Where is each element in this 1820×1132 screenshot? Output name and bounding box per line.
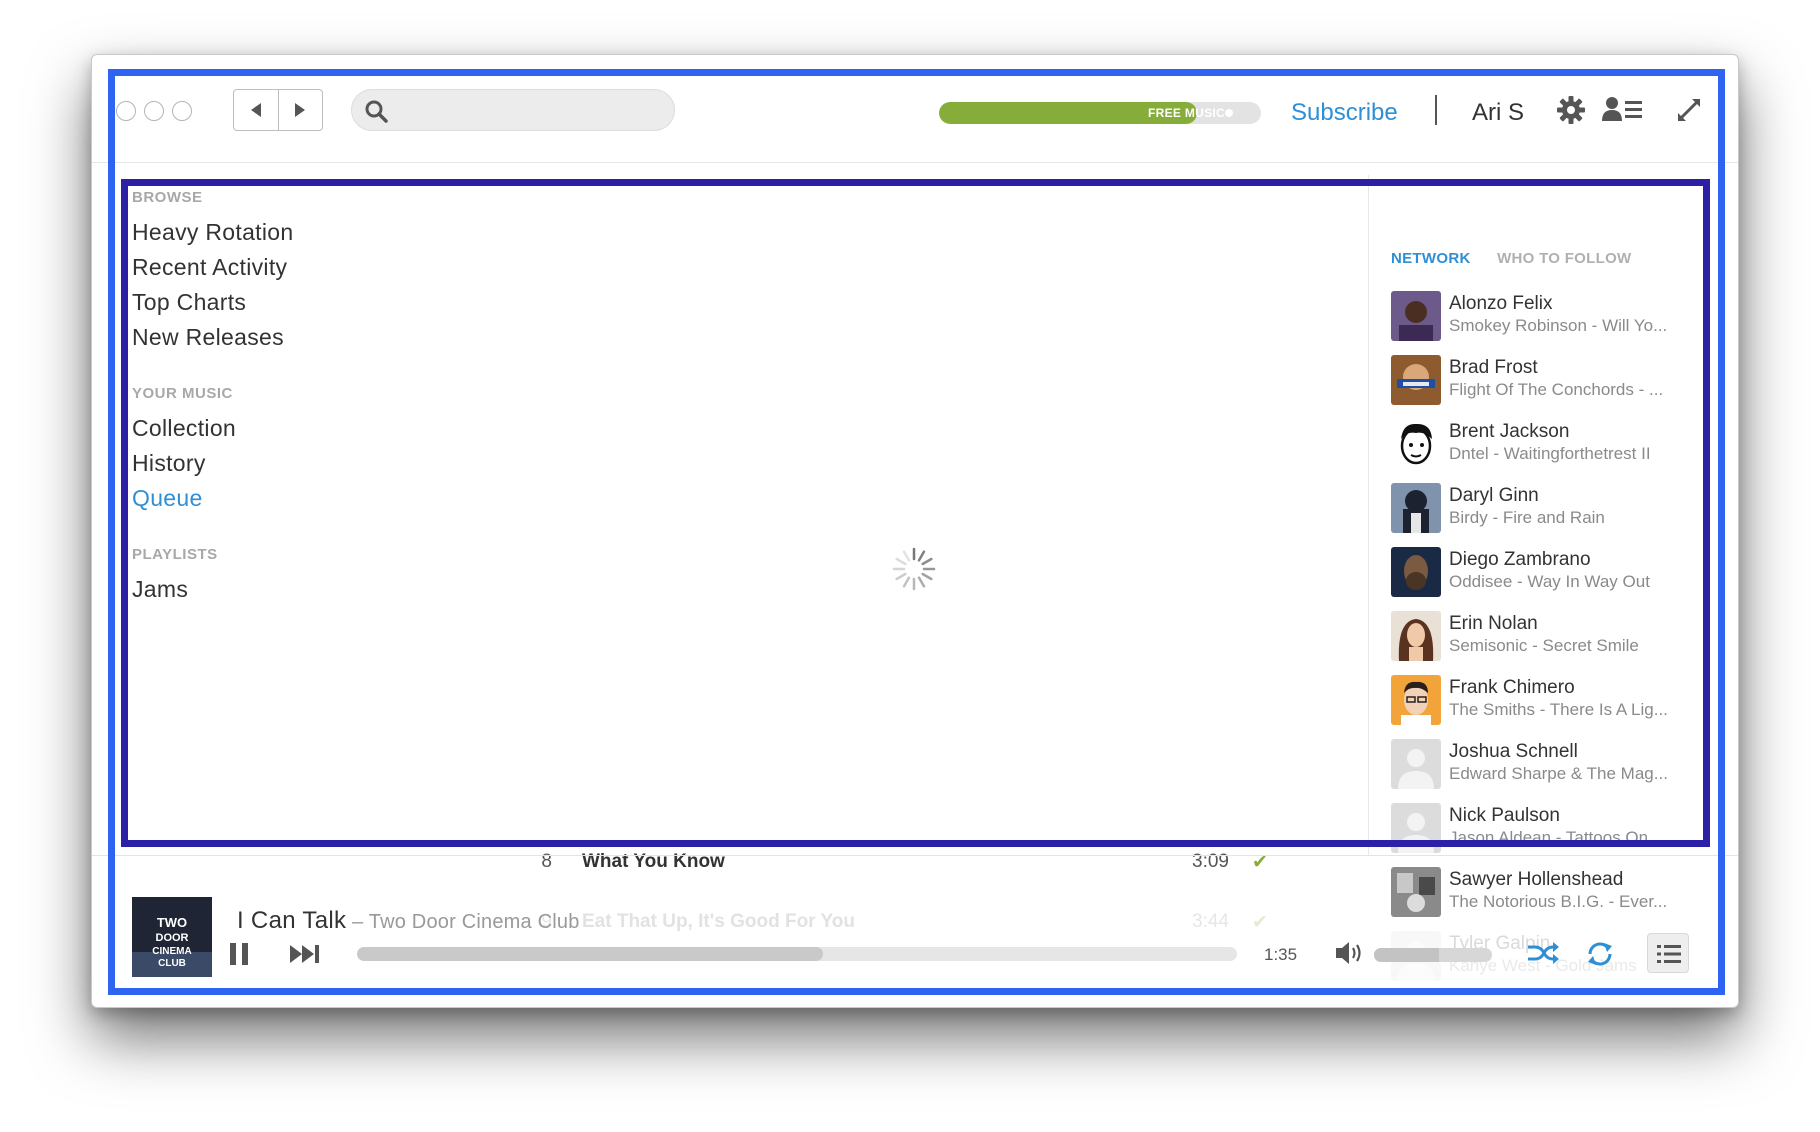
friend-item[interactable]: Erin Nolan Semisonic - Secret Smile [1391, 611, 1711, 663]
friend-name: Alonzo Felix [1449, 293, 1553, 314]
sidebar: BROWSE Heavy Rotation Recent Activity To… [132, 189, 432, 607]
album-art[interactable]: TWO DOOR CINEMA CLUB [132, 897, 212, 977]
friend-name: Frank Chimero [1449, 677, 1575, 698]
divider [1435, 95, 1437, 125]
friend-name: Brad Frost [1449, 357, 1538, 378]
svg-text:CLUB: CLUB [158, 958, 186, 969]
friend-name: Nick Paulson [1449, 805, 1560, 826]
shuffle-icon[interactable] [1526, 939, 1560, 967]
friend-item[interactable]: Daryl Ginn Birdy - Fire and Rain [1391, 483, 1711, 535]
section-title-playlists: PLAYLISTS [132, 546, 218, 563]
skip-next-icon[interactable] [289, 943, 321, 965]
user-name[interactable]: Ari S [1472, 99, 1524, 127]
tab-network[interactable]: NETWORK [1391, 250, 1471, 267]
friend-name: Daryl Ginn [1449, 485, 1539, 506]
sidebar-item-history[interactable]: History [132, 446, 432, 481]
volume-slider-fill [1374, 948, 1439, 962]
minimize-window-button[interactable] [144, 101, 164, 121]
volume-icon[interactable] [1334, 939, 1366, 967]
elapsed-time: 1:35 [1264, 945, 1298, 964]
zoom-window-button[interactable] [172, 101, 192, 121]
svg-text:TWO: TWO [157, 915, 187, 930]
friend-name: Erin Nolan [1449, 613, 1538, 634]
subscribe-link[interactable]: Subscribe [1291, 99, 1398, 127]
friend-item[interactable]: Alonzo Felix Smokey Robinson - Will Yo..… [1391, 291, 1711, 343]
friend-track: Flight Of The Conchords - ... [1449, 380, 1664, 399]
friend-name: Diego Zambrano [1449, 549, 1591, 570]
avatar [1391, 291, 1441, 341]
sidebar-item-jams[interactable]: Jams [132, 572, 432, 607]
pause-icon[interactable] [227, 941, 251, 967]
avatar [1391, 355, 1441, 405]
back-arrow-icon [250, 103, 261, 117]
svg-text:CINEMA: CINEMA [152, 946, 191, 957]
free-music-label: FREE MUSIC [1147, 106, 1225, 120]
tab-who-to-follow[interactable]: WHO TO FOLLOW [1497, 250, 1631, 267]
gear-icon[interactable] [1554, 93, 1588, 127]
now-playing: I Can Talk – Two Door Cinema Club [237, 907, 580, 935]
song-artist[interactable]: Two Door Cinema Club [369, 911, 580, 933]
loading-spinner-icon [892, 547, 936, 591]
artist-separator: – [346, 911, 369, 933]
network-panel: NETWORK WHO TO FOLLOW Alonzo Felix Smoke… [1368, 175, 1718, 981]
avatar [1391, 419, 1441, 469]
friend-track: The Smiths - There Is A Lig... [1449, 700, 1668, 719]
top-bar: FREE MUSIC Subscribe Ari S [92, 55, 1738, 163]
seek-bar[interactable] [357, 947, 1237, 961]
friend-name: Brent Jackson [1449, 421, 1570, 442]
avatar [1391, 803, 1441, 853]
friend-item[interactable]: Joshua Schnell Edward Sharpe & The Mag..… [1391, 739, 1711, 791]
network-tabs: NETWORK WHO TO FOLLOW [1391, 250, 1654, 267]
friend-item[interactable]: Frank Chimero The Smiths - There Is A Li… [1391, 675, 1711, 727]
sidebar-item-recent-activity[interactable]: Recent Activity [132, 250, 432, 285]
free-music-meter[interactable]: FREE MUSIC [939, 102, 1261, 124]
search-box [351, 89, 675, 131]
avatar [1391, 739, 1441, 789]
friend-track: Semisonic - Secret Smile [1449, 636, 1639, 655]
avatar [1391, 483, 1441, 533]
close-window-button[interactable] [116, 101, 136, 121]
repeat-icon[interactable] [1585, 939, 1615, 969]
section-title-your-music: YOUR MUSIC [132, 385, 233, 402]
search-input[interactable] [398, 90, 662, 130]
friend-track: Jason Aldean - Tattoos On ... [1449, 828, 1667, 847]
song-title[interactable]: I Can Talk [237, 907, 346, 934]
history-nav [233, 89, 323, 131]
sidebar-item-top-charts[interactable]: Top Charts [132, 285, 432, 320]
fullscreen-icon[interactable] [1674, 93, 1704, 127]
list-icon [1657, 945, 1681, 963]
friend-name: Joshua Schnell [1449, 741, 1578, 762]
sidebar-item-new-releases[interactable]: New Releases [132, 320, 432, 355]
friend-track: Dntel - Waitingforthetrest II [1449, 444, 1651, 463]
sidebar-item-queue[interactable]: Queue [132, 481, 432, 516]
queue-list-button[interactable] [1647, 933, 1689, 973]
back-button[interactable] [234, 90, 278, 130]
friend-item[interactable]: Nick Paulson Jason Aldean - Tattoos On .… [1391, 803, 1711, 855]
svg-text:DOOR: DOOR [156, 932, 189, 944]
friend-track: Oddisee - Way In Way Out [1449, 572, 1650, 591]
search-icon [365, 100, 388, 123]
forward-arrow-icon [295, 103, 306, 117]
free-music-dot [1225, 109, 1233, 117]
friend-item[interactable]: Brad Frost Flight Of The Conchords - ... [1391, 355, 1711, 407]
forward-button[interactable] [277, 90, 323, 130]
seek-bar-fill [357, 947, 824, 961]
sidebar-item-collection[interactable]: Collection [132, 411, 432, 446]
friend-item[interactable]: Diego Zambrano Oddisee - Way In Way Out [1391, 547, 1711, 599]
app-window: FREE MUSIC Subscribe Ari S BROWSE Heavy … [91, 54, 1739, 1008]
sidebar-item-heavy-rotation[interactable]: Heavy Rotation [132, 215, 432, 250]
friend-track: Edward Sharpe & The Mag... [1449, 764, 1668, 783]
section-title-browse: BROWSE [132, 189, 203, 206]
avatar [1391, 611, 1441, 661]
avatar [1391, 547, 1441, 597]
friend-item[interactable]: Brent Jackson Dntel - Waitingforthetrest… [1391, 419, 1711, 471]
volume-slider[interactable] [1374, 948, 1492, 962]
avatar [1391, 675, 1441, 725]
friend-track: Birdy - Fire and Rain [1449, 508, 1605, 527]
people-list-icon[interactable] [1601, 93, 1645, 127]
friend-track: Smokey Robinson - Will Yo... [1449, 316, 1668, 335]
